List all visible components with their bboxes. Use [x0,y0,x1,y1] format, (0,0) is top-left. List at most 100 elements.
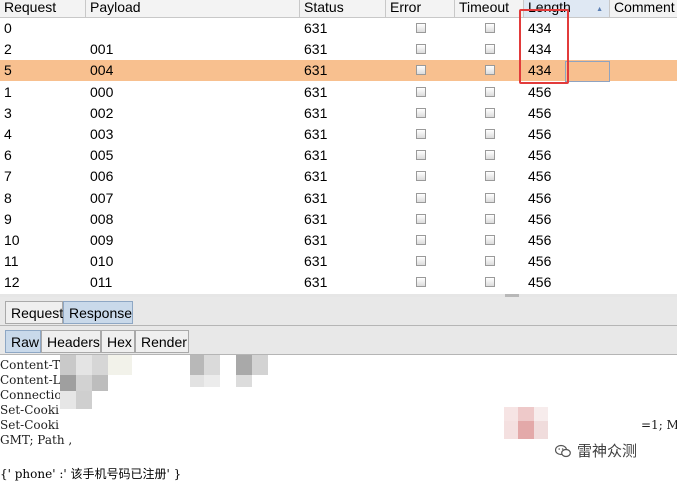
cell-request: 0 [4,20,12,36]
cell-payload: 006 [90,168,114,185]
cell-status: 631 [304,41,328,58]
cell-request: 3 [4,104,12,121]
cell-length: 456 [528,168,552,185]
error-checkbox[interactable] [416,150,426,161]
length-highlight-annotation [519,9,569,84]
column-header-error[interactable]: Error [386,0,455,17]
timeout-checkbox[interactable] [485,213,495,224]
cell-request: 4 [4,126,12,142]
timeout-checkbox[interactable] [485,192,495,203]
comment-edit-field[interactable] [565,61,610,82]
cell-request: 7 [4,168,12,185]
message-tab-bar: Request Response [0,297,677,326]
column-header-status[interactable]: Status [300,0,386,17]
timeout-checkbox[interactable] [485,171,495,182]
response-body: {' phone' :' 该手机号码已注册' } [0,467,182,481]
raw-line: Content-T [0,358,61,372]
watermark: 雷神众测 [555,442,637,462]
cell-payload: 000 [90,83,114,100]
error-checkbox[interactable] [416,213,426,224]
error-checkbox[interactable] [416,86,426,97]
cell-request: 12 [4,274,20,291]
tab-request[interactable]: Request [5,301,63,324]
table-row[interactable]: 1 000 631 456 [0,82,677,103]
cell-request: 1 [4,83,12,100]
tab-render[interactable]: Render [135,330,189,353]
raw-line: Content-L [0,373,61,387]
table-row[interactable]: 8 007 631 456 [0,188,677,209]
timeout-checkbox[interactable] [485,235,495,245]
view-tab-bar: Raw Headers Hex Render [0,326,677,355]
cell-payload: 011 [90,274,113,291]
table-row[interactable]: 10 009 631 456 [0,230,677,251]
timeout-checkbox[interactable] [485,277,495,288]
cell-payload: 001 [90,41,114,58]
column-header-timeout[interactable]: Timeout [455,0,524,17]
error-checkbox[interactable] [416,23,426,33]
sort-ascending-icon: ▲ [596,6,603,13]
wechat-icon [555,444,571,458]
tab-hex[interactable]: Hex [101,330,135,353]
table-row[interactable]: 0 631 434 [0,18,677,39]
cell-length: 456 [528,210,552,227]
cell-payload [86,18,300,39]
tab-raw[interactable]: Raw [5,330,41,353]
table-row[interactable]: 7 006 631 456 [0,166,677,187]
timeout-checkbox[interactable] [485,256,495,267]
cell-status: 631 [304,210,328,227]
cell-request: 9 [4,210,12,227]
column-header-request[interactable]: Request [0,0,86,17]
error-checkbox[interactable] [416,171,426,182]
timeout-checkbox[interactable] [485,65,495,76]
cell-payload: 007 [90,189,114,206]
raw-cookie-tail: =1; Ma [641,418,677,432]
error-checkbox[interactable] [416,65,426,76]
cell-request: 2 [4,41,12,58]
table-row[interactable]: 3 002 631 456 [0,103,677,124]
tab-headers[interactable]: Headers [41,330,101,353]
raw-line: GMT; Path , [0,433,73,447]
error-checkbox[interactable] [416,192,426,203]
error-checkbox[interactable] [416,256,426,267]
cell-payload: 008 [90,210,114,227]
cell-length: 456 [528,274,552,291]
error-checkbox[interactable] [416,44,426,55]
column-header-comment[interactable]: Comment [610,0,677,17]
column-header-payload[interactable]: Payload [86,0,300,17]
table-row[interactable]: 11 010 631 456 [0,251,677,272]
raw-line: Set-Cooki [0,418,59,432]
cell-status: 631 [304,168,328,185]
watermark-text: 雷神众测 [577,443,638,460]
error-checkbox[interactable] [416,277,426,288]
timeout-checkbox[interactable] [485,150,495,161]
timeout-checkbox[interactable] [485,44,495,55]
cell-length: 456 [528,232,552,248]
cell-payload: 004 [90,62,114,79]
timeout-checkbox[interactable] [485,129,495,139]
cell-status: 631 [304,189,328,206]
table-row[interactable]: 6 005 631 456 [0,145,677,166]
table-row[interactable]: 2 001 631 434 [0,39,677,60]
error-checkbox[interactable] [416,129,426,139]
tab-response[interactable]: Response [63,301,133,324]
table-row[interactable]: 4 003 631 456 [0,124,677,145]
timeout-checkbox[interactable] [485,23,495,33]
timeout-checkbox[interactable] [485,107,495,118]
raw-line: Connectio [0,388,62,402]
table-row[interactable]: 9 008 631 456 [0,209,677,230]
error-checkbox[interactable] [416,107,426,118]
results-table: Request Payload Status Error Timeout Len… [0,0,677,294]
cell-length: 456 [528,126,552,142]
table-header: Request Payload Status Error Timeout Len… [0,0,677,18]
cell-length: 456 [528,83,552,100]
cell-status: 631 [304,253,328,270]
error-checkbox[interactable] [416,235,426,245]
timeout-checkbox[interactable] [485,86,495,97]
cell-request: 8 [4,189,12,206]
table-row[interactable]: 12 011 631 456 [0,272,677,293]
raw-response-pane[interactable]: Content-T Content-L Connectio Set-Cooki … [0,355,677,482]
cell-status: 631 [304,126,328,142]
cell-payload: 002 [90,104,114,121]
cell-request: 5 [4,62,12,79]
cell-request: 6 [4,147,12,164]
